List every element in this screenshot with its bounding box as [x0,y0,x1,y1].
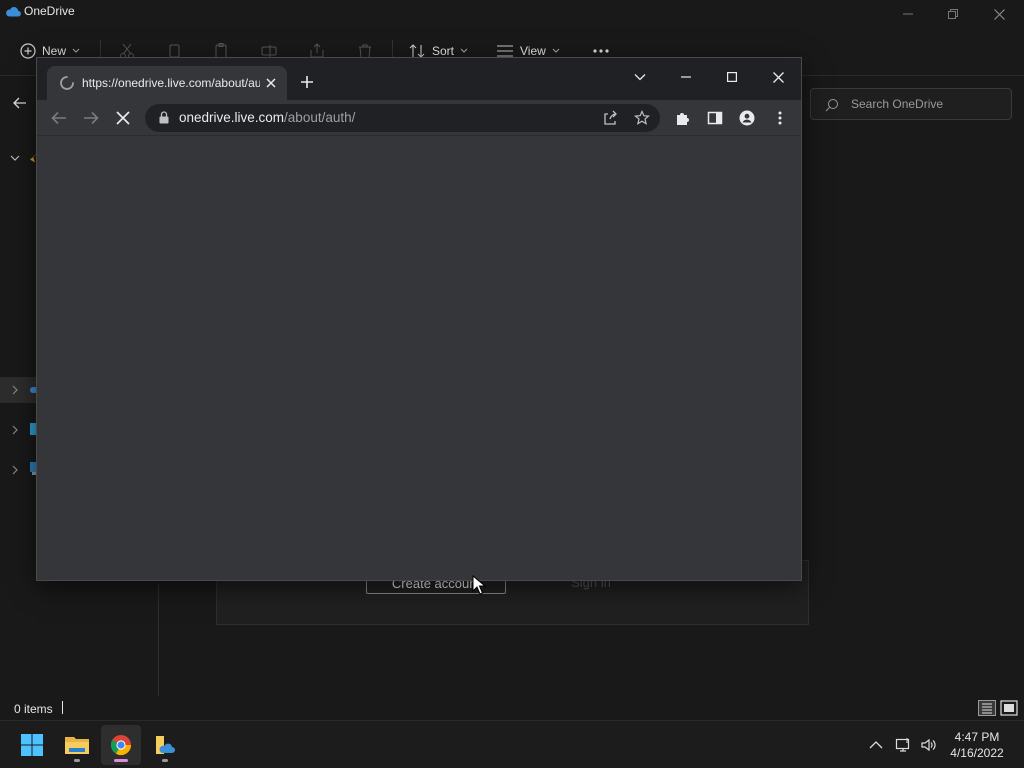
status-separator [62,701,63,714]
back-arrow-icon[interactable] [12,95,28,111]
chrome-logo-icon [110,735,132,756]
running-indicator [162,759,168,762]
chevron-right-icon[interactable] [10,465,20,475]
maximize-icon [727,72,737,82]
item-count: 0 items [14,702,53,716]
browser-toolbar: onedrive.live.com/about/auth/ [37,100,801,136]
pane-divider [158,584,159,696]
active-indicator [114,759,128,762]
chevron-down-icon[interactable] [10,153,20,163]
restore-icon [948,9,958,19]
taskbar: 4:47 PM 4/16/2022 [0,720,1024,768]
taskbar-chrome[interactable] [101,725,141,765]
lock-icon [159,111,169,124]
back-button[interactable] [49,109,69,127]
volume-speaker-icon[interactable] [920,737,936,753]
chevron-down-icon [72,48,80,53]
share-icon[interactable] [602,110,618,126]
browser-tab[interactable]: https://onedrive.live.com/about/auth/ [47,66,287,100]
taskbar-file-explorer[interactable] [57,725,97,765]
close-button[interactable] [976,2,1022,26]
minimize-icon [681,76,691,78]
new-label: New [42,44,67,58]
system-clock[interactable]: 4:47 PM 4/16/2022 [940,729,1014,761]
window-title: OneDrive [24,4,75,18]
address-bar[interactable]: onedrive.live.com/about/auth/ [145,104,660,132]
forward-button[interactable] [81,109,101,127]
bookmark-star-icon[interactable] [634,110,650,126]
plus-circle-icon [20,43,36,59]
network-monitor-icon[interactable] [895,737,911,753]
side-panel-icon[interactable] [707,110,723,126]
details-view-icon[interactable] [978,700,996,716]
search-icon [825,99,838,112]
chrome-browser-window: https://onedrive.live.com/about/auth/ on… [36,57,802,581]
stop-loading-button[interactable] [113,109,133,127]
tab-strip: https://onedrive.live.com/about/auth/ [37,58,801,100]
close-icon [772,71,784,83]
chrome-minimize-button[interactable] [666,63,706,91]
page-content-loading [37,136,801,580]
onedrive-folder-icon [156,736,175,754]
loading-spinner-icon [60,76,74,90]
chevron-right-icon[interactable] [10,425,20,435]
sort-label: Sort [432,44,455,58]
close-icon [266,78,276,88]
extensions-puzzle-icon[interactable] [675,110,691,126]
explorer-titlebar: OneDrive [0,0,1024,28]
back-arrow-icon [51,111,66,125]
mouse-pointer-icon [472,575,486,595]
more-options-icon[interactable] [592,48,610,54]
new-tab-plus-icon[interactable] [299,74,315,90]
clock-date: 4/16/2022 [950,746,1004,760]
minimize-icon [903,13,913,15]
folder-icon [65,737,89,754]
start-button[interactable] [12,725,52,765]
tiles-view-icon[interactable] [1000,700,1018,716]
forward-arrow-icon [84,111,99,125]
running-indicator [74,759,80,762]
restore-button[interactable] [930,2,976,26]
minimize-button[interactable] [885,2,931,26]
search-box[interactable]: Search OneDrive [810,88,1012,120]
clock-time: 4:47 PM [954,730,1000,744]
kebab-menu-icon[interactable] [772,110,788,126]
taskbar-onedrive-folder[interactable] [145,725,185,765]
chevron-right-icon[interactable] [10,385,20,395]
tab-title: https://onedrive.live.com/about/auth/ [82,76,260,90]
url-path: /about/auth/ [284,110,356,125]
search-placeholder: Search OneDrive [851,97,944,111]
chevron-down-icon [460,48,468,53]
url-text: onedrive.live.com/about/auth/ [179,110,355,125]
onedrive-cloud-icon [6,6,21,17]
chrome-close-button[interactable] [758,63,798,91]
stop-x-icon [116,111,130,125]
view-label: View [520,44,546,58]
windows-logo-icon [21,734,43,756]
chevron-down-icon [552,48,560,53]
url-host: onedrive.live.com [179,110,285,125]
view-list-icon [497,45,513,57]
chevron-down-icon [634,74,646,81]
close-icon [993,8,1005,20]
chrome-maximize-button[interactable] [712,63,752,91]
status-bar: 0 items [0,696,1024,720]
show-hidden-icons-chevron-icon[interactable] [868,737,884,753]
tab-close-button[interactable] [263,75,279,91]
tab-search-button[interactable] [620,63,660,91]
profile-avatar-icon[interactable] [739,110,755,126]
